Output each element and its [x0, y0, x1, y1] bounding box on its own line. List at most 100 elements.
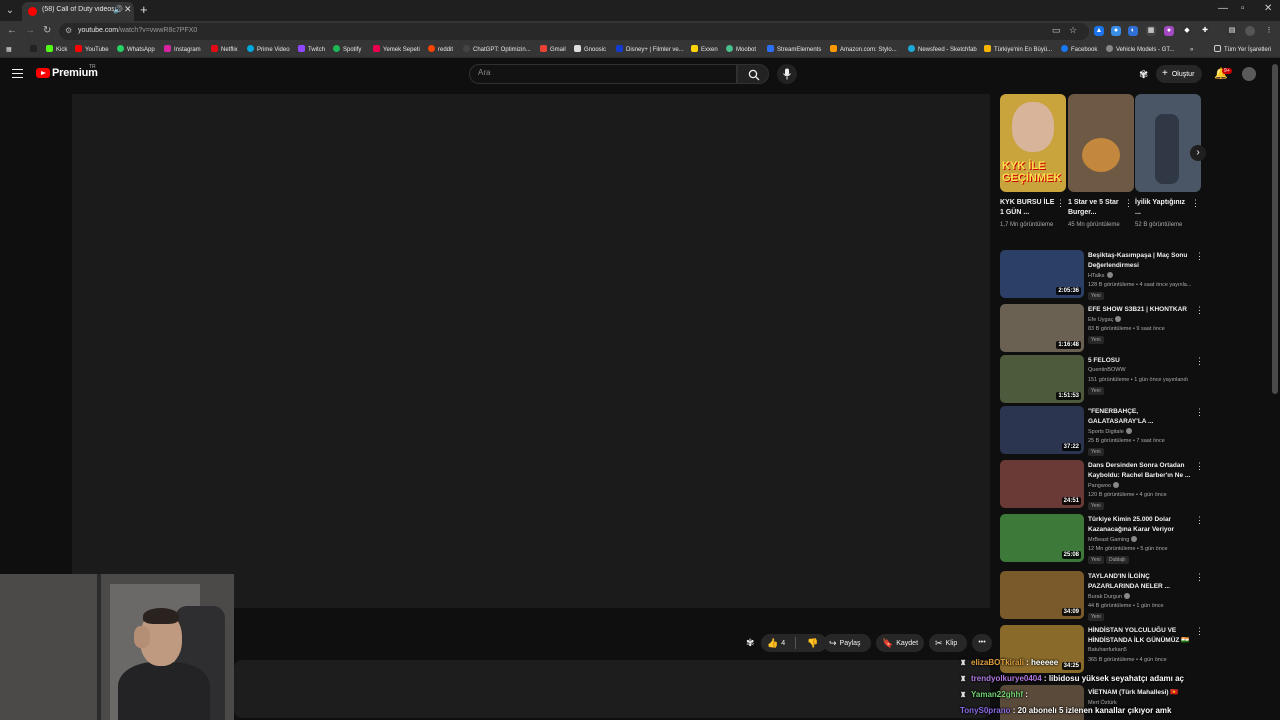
ai-extension-icon[interactable]: ✾: [1139, 68, 1148, 81]
recommended-video[interactable]: 34:09 TAYLAND'IN İLGİNÇ PAZARLARINDA NEL…: [1000, 571, 1204, 621]
browser-tab-active[interactable]: (58) Call of Duty videosu 2 🔊 ✕: [22, 2, 134, 21]
short-thumbnail[interactable]: KYK İLE GEÇİNMEK: [1000, 94, 1066, 192]
side-panel-icon[interactable]: ▤: [1227, 26, 1237, 36]
more-actions-button[interactable]: •••: [972, 634, 992, 652]
video-thumbnail[interactable]: 34:09: [1000, 571, 1084, 619]
bookmark-kick[interactable]: Kick: [46, 45, 67, 56]
extension-1-icon[interactable]: ▲: [1094, 26, 1104, 36]
recommended-video[interactable]: 37:22 "FENERBAHÇE, GALATASARAY'LA ... Sp…: [1000, 406, 1204, 456]
forward-icon[interactable]: →: [25, 25, 35, 36]
bookmark-netflix[interactable]: Netflix: [211, 45, 238, 56]
channel-name[interactable]: Batuhanfurkan5: [1088, 647, 1127, 653]
bookmark-vehicle-models[interactable]: Vehicle Models - GT...: [1106, 45, 1174, 56]
bookmark-prime-video[interactable]: Prime Video: [247, 45, 290, 56]
video-title[interactable]: EFE SHOW S3B21 | KHONTKAR: [1088, 305, 1192, 315]
channel-name[interactable]: Burak Durgun: [1088, 593, 1130, 600]
share-button[interactable]: ↪ Paylaş: [823, 634, 871, 652]
shorts-next-button[interactable]: ›: [1190, 145, 1206, 161]
page-scrollbar[interactable]: [1272, 64, 1278, 394]
search-box[interactable]: [469, 64, 737, 84]
video-more-icon[interactable]: ⋮: [1195, 626, 1204, 637]
video-title[interactable]: TAYLAND'IN İLGİNÇ PAZARLARINDA NELER ...: [1088, 572, 1192, 592]
chrome-menu-icon[interactable]: ⋮: [1264, 26, 1274, 36]
channel-name[interactable]: Sports Digitale: [1088, 428, 1132, 435]
channel-name[interactable]: Efe Uygaç: [1088, 316, 1122, 323]
bookmark-reddit[interactable]: reddit: [428, 45, 453, 56]
video-more-icon[interactable]: ⋮: [1195, 515, 1204, 526]
video-more-icon[interactable]: ⋮: [1195, 305, 1204, 316]
save-button[interactable]: 🔖 Kaydet: [876, 634, 924, 652]
bookmark-turkiye[interactable]: Türkiye'nin En Büyü...: [984, 45, 1052, 56]
channel-name[interactable]: MrBeast Gaming: [1088, 536, 1138, 543]
video-title[interactable]: Dans Dersinden Sonra Ortadan Kayboldu: R…: [1088, 461, 1192, 481]
dislike-button[interactable]: 👎: [801, 634, 821, 653]
video-more-icon[interactable]: ⋮: [1195, 572, 1204, 583]
cast-icon[interactable]: ▭: [1052, 25, 1061, 36]
recommended-video[interactable]: 2:05:36 Beşiktaş-Kasımpaşa | Maç Sonu De…: [1000, 250, 1204, 300]
site-info-icon[interactable]: ⚙: [65, 26, 72, 35]
bookmark-star-icon[interactable]: ☆: [1069, 25, 1077, 36]
video-thumbnail[interactable]: 24:51: [1000, 460, 1084, 508]
bookmark-gmail[interactable]: Gmail: [540, 45, 566, 56]
search-button[interactable]: [737, 64, 769, 84]
bookmark-amazon[interactable]: Amazon.com: Stylo...: [830, 45, 897, 56]
apps-icon[interactable]: ▦: [6, 45, 12, 56]
video-title[interactable]: 5 FELOSU: [1088, 356, 1192, 366]
extension-6-icon[interactable]: ◆: [1182, 26, 1192, 36]
guide-menu-icon[interactable]: [12, 69, 23, 78]
youtube-logo-icon[interactable]: [36, 68, 50, 78]
extension-5-icon[interactable]: ●: [1164, 26, 1174, 36]
bookmark-whatsapp[interactable]: WhatsApp: [117, 45, 155, 56]
bookmark-streamelements[interactable]: StreamElements: [767, 45, 821, 56]
video-more-icon[interactable]: ⋮: [1195, 407, 1204, 418]
video-player[interactable]: [72, 94, 990, 608]
maximize-button[interactable]: ▫: [1241, 3, 1245, 14]
recommended-video[interactable]: 24:51 Dans Dersinden Sonra Ortadan Kaybo…: [1000, 460, 1204, 510]
bookmark-exxen[interactable]: Exxen: [691, 45, 718, 56]
video-thumbnail[interactable]: 37:22: [1000, 406, 1084, 454]
recommended-video[interactable]: 1:16:48 EFE SHOW S3B21 | KHONTKAR Efe Uy…: [1000, 304, 1204, 354]
video-title[interactable]: Beşiktaş-Kasımpaşa | Maç Sonu Değerlendi…: [1088, 251, 1192, 271]
video-title[interactable]: VİETNAM (Türk Mahallesi) 🇻🇳: [1088, 688, 1192, 698]
channel-name[interactable]: HTalks: [1088, 272, 1113, 279]
bookmark-twitch[interactable]: Twitch: [298, 45, 325, 56]
tab-search-icon[interactable]: ⌄: [2, 3, 18, 19]
audio-playing-icon[interactable]: 🔊: [113, 5, 123, 14]
search-input[interactable]: [478, 68, 728, 77]
short-more-icon[interactable]: ⋮: [1191, 198, 1200, 209]
account-avatar[interactable]: [1242, 67, 1256, 81]
description-box[interactable]: [234, 660, 990, 718]
channel-name[interactable]: QuentinBOWW: [1088, 367, 1126, 373]
video-more-icon[interactable]: ⋮: [1195, 251, 1204, 262]
bookmark-spotify[interactable]: Spotify: [333, 45, 361, 56]
short-more-icon[interactable]: ⋮: [1124, 198, 1133, 209]
video-thumbnail[interactable]: 25:08: [1000, 514, 1084, 562]
short-title[interactable]: 1 Star ve 5 Star Burger...: [1068, 198, 1124, 218]
video-thumbnail[interactable]: 1:16:48: [1000, 304, 1084, 352]
video-more-icon[interactable]: ⋮: [1195, 461, 1204, 472]
extension-3-icon[interactable]: ◐: [1128, 26, 1138, 36]
bookmark-chatgpt[interactable]: ChatGPT: Optimizin...: [463, 45, 531, 56]
bookmark-disney[interactable]: Disney+ | Filmler ve...: [616, 45, 684, 56]
bookmark-facebook[interactable]: Facebook: [1061, 45, 1097, 56]
recommended-video[interactable]: 25:08 Türkiye Kimin 25.000 Dolar Kazanac…: [1000, 514, 1204, 564]
url-text[interactable]: youtube.com/watch?v=vwwR8c7PFX0: [78, 27, 197, 34]
short-thumbnail[interactable]: [1068, 94, 1134, 192]
video-title[interactable]: HİNDİSTAN YOLCULUĞU VE HİNDİSTANDA İLK G…: [1088, 626, 1192, 646]
short-title[interactable]: İyilik Yaptığınız ...: [1135, 198, 1191, 218]
reload-icon[interactable]: ↻: [43, 25, 51, 36]
bookmark-yemek-sepeti[interactable]: Yemek Sepeti: [373, 45, 420, 56]
x-bookmark[interactable]: [30, 45, 40, 56]
video-more-icon[interactable]: ⋮: [1195, 356, 1204, 367]
channel-name[interactable]: Pangwoo: [1088, 482, 1119, 489]
video-thumbnail[interactable]: 2:05:36: [1000, 250, 1084, 298]
tab-close-icon[interactable]: ✕: [124, 4, 132, 15]
bookmarks-overflow-icon[interactable]: »: [1190, 45, 1193, 56]
bookmark-instagram[interactable]: Instagram: [164, 45, 201, 56]
recommended-video[interactable]: 1:51:53 5 FELOSU QuentinBOWW 151 görüntü…: [1000, 355, 1204, 405]
like-button[interactable]: 👍 4: [761, 638, 785, 648]
bookmark-sketchfab[interactable]: Newsfeed - Sketchfab: [908, 45, 977, 56]
video-title[interactable]: Türkiye Kimin 25.000 Dolar Kazanacağına …: [1088, 515, 1192, 535]
bookmark-gnoosic[interactable]: Gnoosic: [574, 45, 606, 56]
extensions-puzzle-icon[interactable]: ✚: [1200, 26, 1210, 36]
